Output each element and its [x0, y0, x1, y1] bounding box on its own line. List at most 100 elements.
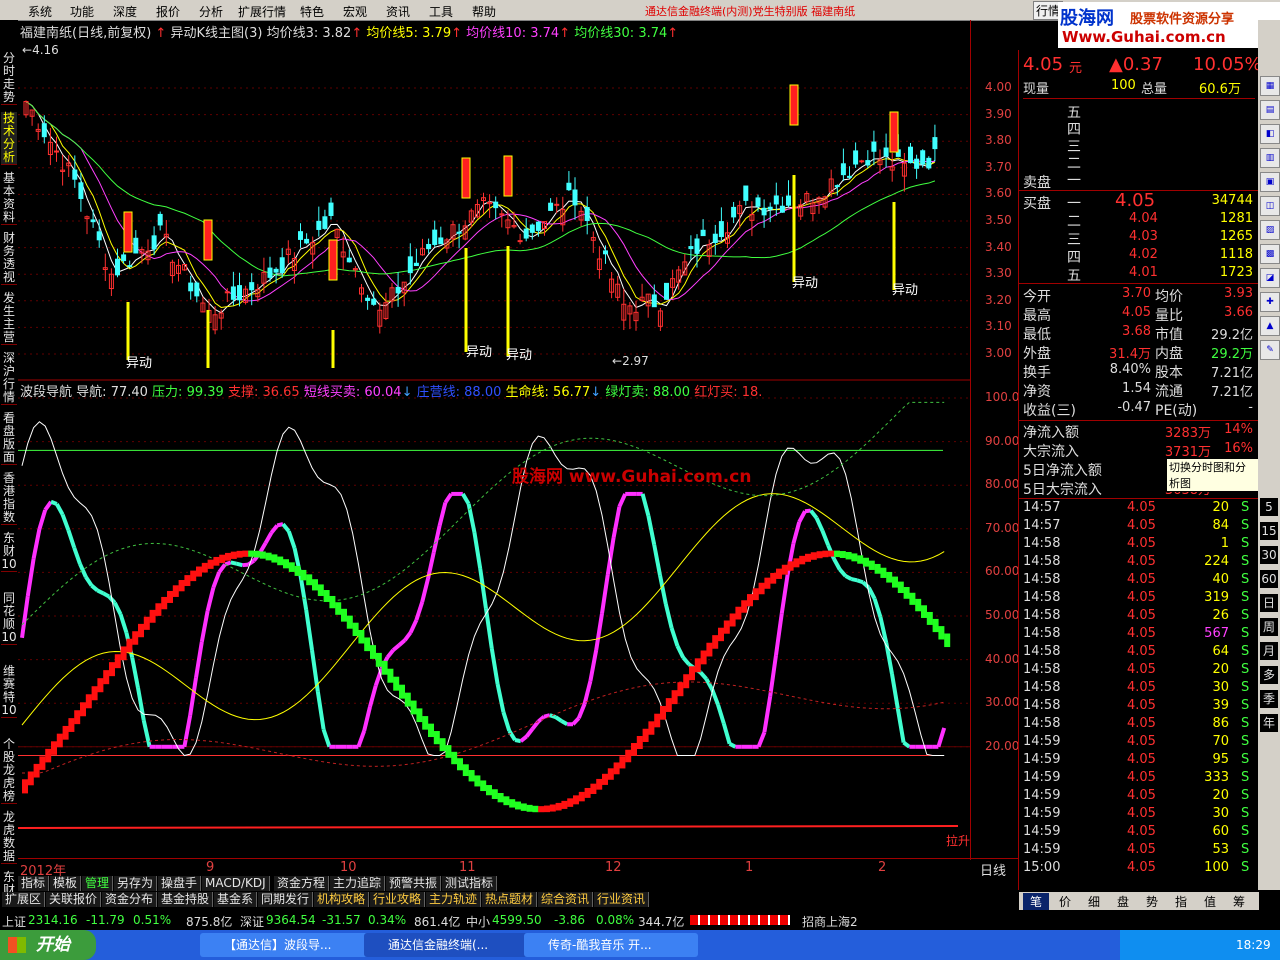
tool-icon-6[interactable]: ▨ [1260, 220, 1280, 240]
menu-item-analysis[interactable]: 分析 [199, 3, 223, 20]
left-tab-12[interactable]: 龙虎数据 [1, 811, 17, 864]
tool-icon-0[interactable]: ▦ [1260, 76, 1280, 96]
tool-icon-5[interactable]: ◫ [1260, 196, 1280, 216]
quote-tab-7[interactable]: 筹 [1226, 893, 1252, 910]
period-button-4[interactable]: 日 [1260, 594, 1278, 612]
wave-nav-chart[interactable] [18, 380, 970, 858]
menu-item-ext-quote[interactable]: 扩展行情 [238, 3, 286, 20]
bottom-tab-4[interactable]: 操盘手 [158, 876, 202, 891]
info-tab-0[interactable]: 扩展区 [2, 892, 46, 907]
tool-icon-11[interactable]: ✎ [1260, 340, 1280, 360]
quote-tab-0[interactable]: 笔 [1023, 893, 1049, 910]
menu-item-system[interactable]: 系统 [28, 3, 52, 20]
info-tab-6[interactable]: 机构攻略 [314, 892, 370, 907]
start-button[interactable]: 开始 [0, 930, 96, 960]
price-change: ▲0.37 [1109, 54, 1163, 75]
buy-price-4[interactable]: 4.01 [1129, 265, 1158, 280]
kline-chart[interactable] [18, 20, 970, 380]
tool-icon-10[interactable]: ▲ [1260, 316, 1280, 336]
candle-body [279, 257, 285, 274]
oscillator-segment [362, 706, 372, 732]
bottom-tab-2[interactable]: 管理 [82, 876, 114, 891]
bottom-tab-5[interactable]: MACD/KDJ [202, 876, 270, 891]
menu-item-quote[interactable]: 报价 [156, 3, 180, 20]
task-kuwo-music[interactable]: 传奇-酷我音乐 开... [524, 933, 698, 957]
trend-block [242, 550, 249, 557]
info-tab-8[interactable]: 主力轨迹 [426, 892, 482, 907]
menu-item-tools[interactable]: 工具 [429, 3, 453, 20]
left-tab-1[interactable]: 技术分析 [1, 112, 17, 165]
quote-tab-4[interactable]: 势 [1139, 893, 1165, 910]
tool-icon-4[interactable]: ▣ [1260, 172, 1280, 192]
left-tab-5[interactable]: 深沪行情 [1, 352, 17, 405]
info-tab-2[interactable]: 资金分布 [102, 892, 158, 907]
oscillator-segment [844, 574, 853, 581]
sub-indicator-name[interactable]: 波段导航 [20, 385, 72, 400]
trend-block [62, 725, 69, 740]
menu-item-news[interactable]: 资讯 [386, 3, 410, 20]
menu-item-macro[interactable]: 宏观 [343, 3, 367, 20]
buy-price-2[interactable]: 4.03 [1129, 229, 1158, 244]
period-button-7[interactable]: 多 [1260, 666, 1278, 684]
period-button-8[interactable]: 季 [1260, 690, 1278, 708]
left-tab-4[interactable]: 发生主营 [1, 292, 17, 345]
task-tdx-terminal[interactable]: 通达信金融终端(... [364, 933, 538, 957]
quote-tab-2[interactable]: 细 [1081, 893, 1107, 910]
menu-item-depth[interactable]: 深度 [113, 3, 137, 20]
buy-price-3[interactable]: 4.02 [1129, 247, 1158, 262]
left-tab-10[interactable]: 维赛特10 [1, 665, 17, 718]
task-tdx-wave[interactable]: 【通达信】波段导... [200, 933, 374, 957]
quote-tab-3[interactable]: 盘 [1110, 893, 1136, 910]
period-button-2[interactable]: 30 [1260, 546, 1278, 564]
tool-icon-1[interactable]: ▤ [1260, 100, 1280, 120]
left-tab-2[interactable]: 基本资料 [1, 172, 17, 225]
buy-price-1[interactable]: 4.04 [1129, 211, 1158, 226]
info-tab-3[interactable]: 基金持股 [158, 892, 214, 907]
candle-body [407, 256, 413, 274]
bottom-tab-1[interactable]: 模板 [50, 876, 82, 891]
tool-icon-8[interactable]: ◪ [1260, 268, 1280, 288]
price-tick-4: 3.60 [985, 186, 1012, 201]
period-button-6[interactable]: 月 [1260, 642, 1278, 660]
quote-tab-6[interactable]: 值 [1197, 893, 1223, 910]
indicator-name[interactable]: 异动K线主图(3) [170, 26, 262, 41]
info-tab-11[interactable]: 行业资讯 [594, 892, 650, 907]
info-tab-1[interactable]: 关联报价 [46, 892, 102, 907]
period-button-9[interactable]: 年 [1260, 714, 1278, 732]
menu-item-feature[interactable]: 特色 [300, 3, 324, 20]
left-tab-7[interactable]: 香港指数 [1, 472, 17, 525]
menu-item-help[interactable]: 帮助 [472, 3, 496, 20]
bottom-tab-9[interactable]: 测试指标 [442, 876, 498, 891]
info-tab-10[interactable]: 综合资讯 [538, 892, 594, 907]
stat-value-4-a: 8.40% [1109, 362, 1151, 377]
quote-tab-5[interactable]: 指 [1168, 893, 1194, 910]
period-button-0[interactable]: 5 [1260, 498, 1278, 516]
bottom-tab-7[interactable]: 主力追踪 [330, 876, 386, 891]
buy-price-0[interactable]: 4.05 [1115, 190, 1155, 211]
tick-list[interactable]: 14:57 4.05 20 S 14:57 4.05 84 S 14:58 4.05 1 S 14:58… [1019, 498, 1259, 876]
left-tab-9[interactable]: 同花顺10 [1, 592, 17, 645]
left-tab-6[interactable]: 看盘版面 [1, 412, 17, 465]
tool-icon-2[interactable]: ◧ [1260, 124, 1280, 144]
period-button-3[interactable]: 60 [1260, 570, 1278, 588]
quote-tab-1[interactable]: 价 [1052, 893, 1078, 910]
oscillator-segment [850, 577, 858, 583]
left-tab-8[interactable]: 东财10 [1, 532, 17, 572]
info-tab-9[interactable]: 热点题材 [482, 892, 538, 907]
menu-item-function[interactable]: 功能 [70, 3, 94, 20]
period-button-5[interactable]: 周 [1260, 618, 1278, 636]
info-tab-5[interactable]: 同期发行 [258, 892, 314, 907]
period-button-1[interactable]: 15 [1260, 522, 1278, 540]
tool-icon-7[interactable]: ▩ [1260, 244, 1280, 264]
left-tab-0[interactable]: 分时走势 [1, 52, 17, 105]
left-tab-3[interactable]: 财务透视 [1, 232, 17, 285]
info-tab-7[interactable]: 行业攻略 [370, 892, 426, 907]
tool-icon-9[interactable]: ✚ [1260, 292, 1280, 312]
bottom-tab-8[interactable]: 预警共振 [386, 876, 442, 891]
left-tab-11[interactable]: 个股龙虎榜 [1, 738, 17, 804]
tool-icon-3[interactable]: ▥ [1260, 148, 1280, 168]
bottom-tab-0[interactable]: 指标 [18, 876, 50, 891]
info-tab-4[interactable]: 基金系 [214, 892, 258, 907]
bottom-tab-6[interactable]: 资金方程 [274, 876, 330, 891]
bottom-tab-3[interactable]: 另存为 [114, 876, 158, 891]
